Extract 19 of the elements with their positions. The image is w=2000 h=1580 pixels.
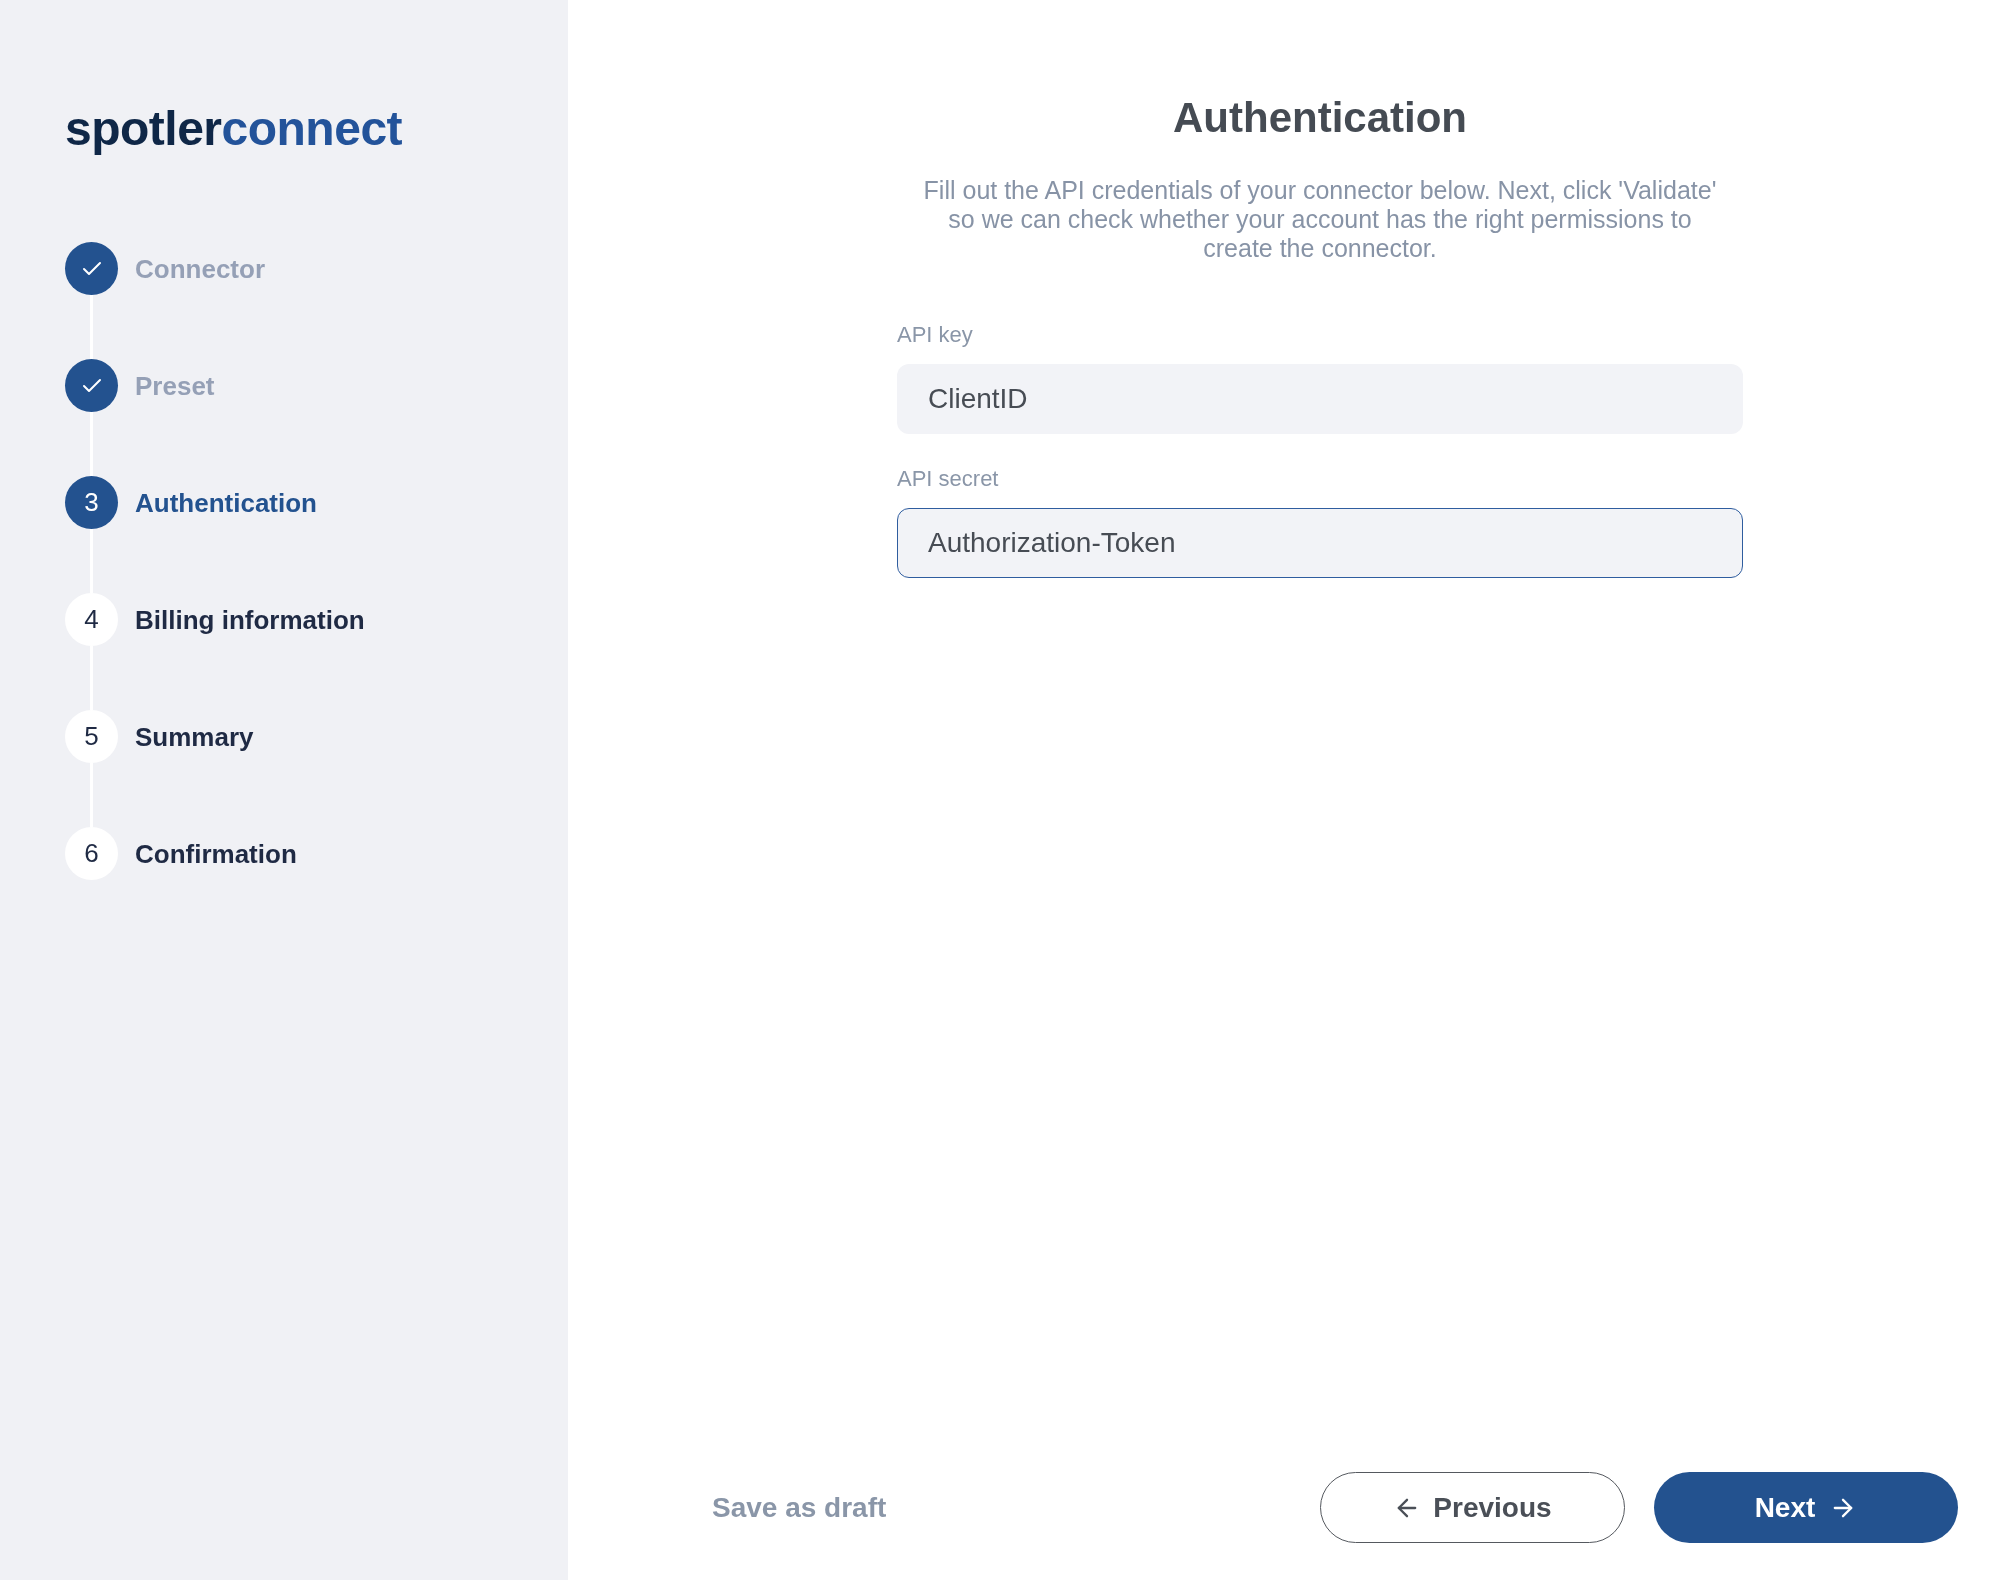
description-text: Fill out the API credentials of your connector below. Next, click 'Validate' so we can check whether your account has the right permissions to create the connector. bbox=[922, 176, 1718, 263]
step-number: 3 bbox=[65, 476, 118, 529]
page-title: Authentication bbox=[1172, 93, 1468, 143]
logo: spotlerconnect bbox=[65, 103, 403, 155]
step-label: Billing information bbox=[135, 603, 365, 636]
text-field[interactable]: Authorization-Token bbox=[897, 508, 1743, 578]
step-number: 6 bbox=[65, 827, 118, 880]
previous-button[interactable]: Previous bbox=[1320, 1472, 1625, 1543]
step-label: Summary bbox=[135, 720, 254, 753]
field-label: API key bbox=[897, 321, 973, 349]
text-field[interactable]: ClientID bbox=[897, 364, 1743, 434]
step-number: 5 bbox=[65, 710, 118, 763]
step-label: Confirmation bbox=[135, 837, 297, 870]
step-number: 4 bbox=[65, 593, 118, 646]
field-label: API secret bbox=[897, 465, 999, 493]
next-button[interactable]: Next bbox=[1654, 1472, 1958, 1543]
step-label: Preset bbox=[135, 369, 215, 402]
step-label: Connector bbox=[135, 252, 265, 285]
step-label: Authentication bbox=[135, 486, 317, 519]
